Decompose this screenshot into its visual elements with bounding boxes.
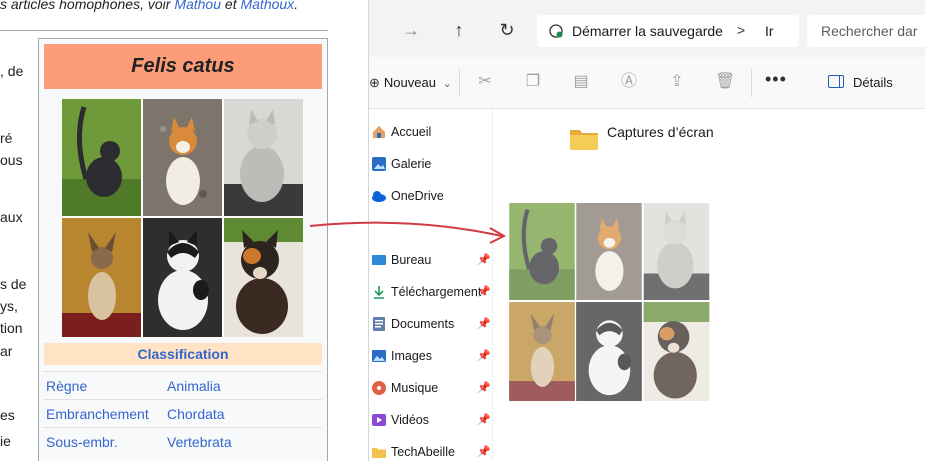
cat-photo-grey-longhair [643, 203, 710, 300]
images-icon [372, 350, 386, 362]
text-fragment: s de [0, 276, 27, 292]
details-pane-icon [828, 75, 844, 88]
cat-photo-calico [643, 302, 710, 401]
taxo-row-sous-embr: Sous-embr. Vertebrata [44, 427, 322, 455]
text-fragment: ous [0, 152, 23, 168]
onedrive-icon [372, 191, 386, 202]
cat-photo-siamese[interactable] [62, 218, 141, 337]
classification-header: Classification [44, 343, 322, 365]
taxo-value[interactable]: Vertebrata [167, 434, 232, 450]
cat-photo-black-white [576, 302, 642, 401]
taxo-row-regne: Règne Animalia [44, 371, 322, 399]
search-placeholder: Rechercher dar [821, 23, 918, 39]
command-bar: ⊕ Nouveau ⌄ ✂ ❐ ▤ Ⓐ ⇪ 🗑 ••• Détails [369, 57, 925, 109]
pin-icon[interactable]: 📌 [477, 285, 491, 298]
refresh-icon[interactable]: ↻ [497, 20, 517, 40]
cat-photo-black[interactable] [62, 99, 141, 216]
sidebar-item-onedrive[interactable]: OneDrive [369, 182, 493, 210]
up-arrow-icon[interactable]: ↑ [449, 20, 469, 40]
link-mathou[interactable]: Mathou [174, 0, 221, 12]
taxo-key[interactable]: Embranchement [46, 406, 149, 422]
link-mathoux[interactable]: Mathoux [240, 0, 294, 12]
rename-icon[interactable]: Ⓐ [619, 72, 639, 92]
cat-photo-calico[interactable] [224, 218, 303, 337]
cat-photo-siamese [509, 302, 575, 401]
navigation-pane: Accueil Galerie OneDrive Bureau 📌 Téléch… [369, 110, 493, 461]
download-icon [374, 286, 384, 299]
music-icon [372, 381, 386, 395]
sidebar-item-documents[interactable]: Documents 📌 [369, 310, 493, 338]
text-fragment: ar [0, 343, 13, 359]
more-options-icon[interactable]: ••• [765, 69, 787, 90]
delete-icon[interactable]: 🗑 [715, 72, 735, 92]
home-icon [373, 126, 385, 138]
divider [751, 69, 752, 97]
taxo-key[interactable]: Règne [46, 378, 87, 394]
wikipedia-page: s articles homophones, voir Mathou et Ma… [0, 0, 355, 461]
search-box[interactable]: Rechercher dar [807, 15, 925, 47]
sidebar-item-accueil[interactable]: Accueil [369, 118, 493, 146]
pin-icon[interactable]: 📌 [477, 253, 491, 266]
cat-photo-ginger-white[interactable] [143, 99, 222, 216]
plus-icon: ⊕ [369, 75, 380, 90]
address-bar-area: → ↑ ↻ Démarrer la sauvegarde > Ir Recher… [369, 0, 925, 57]
address-location[interactable]: Démarrer la sauvegarde [572, 23, 723, 39]
sidebar-item-musique[interactable]: Musique 📌 [369, 374, 493, 402]
divider [459, 69, 460, 97]
copy-icon[interactable]: ❐ [523, 72, 543, 92]
pin-icon[interactable]: 📌 [477, 381, 491, 394]
details-button[interactable]: Détails [853, 75, 893, 90]
folder-icon[interactable] [569, 127, 599, 151]
videos-icon [372, 414, 386, 426]
text-fragment: tion [0, 320, 23, 336]
forward-arrow-icon[interactable]: → [401, 20, 421, 40]
sidebar-item-telechargement[interactable]: Téléchargement 📌 [369, 278, 493, 306]
documents-icon [373, 317, 385, 331]
folder-captures-ecran[interactable]: Captures d’écran [607, 124, 714, 140]
text-fragment: ys, [0, 298, 18, 314]
gallery-icon [372, 157, 386, 171]
pin-icon[interactable]: 📌 [477, 317, 491, 330]
sidebar-item-videos[interactable]: Vidéos 📌 [369, 406, 493, 434]
paste-icon[interactable]: ▤ [571, 72, 591, 92]
taxo-value[interactable]: Chordata [167, 406, 225, 422]
cat-photo-black-white[interactable] [143, 218, 222, 337]
cat-photo-black [509, 203, 575, 300]
taxobox-title: Felis catus [44, 44, 322, 89]
file-explorer-window: → ↑ ↻ Démarrer la sauvegarde > Ir Recher… [368, 0, 925, 461]
taxo-key[interactable]: Sous-embr. [46, 434, 118, 450]
cat-photo-grey-longhair[interactable] [224, 99, 303, 216]
cat-photo-ginger-white [576, 203, 642, 300]
backup-cloud-icon [549, 24, 563, 38]
folder-icon [372, 448, 386, 458]
sidebar-item-images[interactable]: Images 📌 [369, 342, 493, 370]
chevron-down-icon: ⌄ [442, 78, 452, 90]
address-bar[interactable]: Démarrer la sauvegarde > Ir [537, 15, 799, 47]
cat-photo-gallery[interactable] [62, 99, 303, 337]
breadcrumb-chevron-icon[interactable]: > [737, 22, 745, 38]
dragged-image-preview [509, 203, 710, 401]
text-fragment: es [0, 407, 15, 423]
text-fragment: ré [0, 130, 13, 146]
file-list-area: Captures d’écran [494, 110, 925, 461]
text-fragment: ie [0, 433, 11, 449]
breadcrumb-next[interactable]: Ir [765, 23, 774, 39]
homonym-note: s articles homophones, voir Mathou et Ma… [0, 0, 298, 12]
share-icon[interactable]: ⇪ [667, 72, 687, 92]
text-fragment: , de [0, 63, 24, 79]
sidebar-item-bureau[interactable]: Bureau 📌 [369, 246, 493, 274]
new-button[interactable]: ⊕ Nouveau ⌄ [369, 75, 452, 91]
text-fragment: aux [0, 209, 23, 225]
divider [0, 30, 328, 31]
pin-icon[interactable]: 📌 [477, 445, 491, 458]
cut-icon[interactable]: ✂ [475, 72, 495, 92]
desktop-icon [372, 255, 386, 265]
taxobox: Felis catus Classification Règne Animali… [38, 38, 328, 461]
sidebar-item-galerie[interactable]: Galerie [369, 150, 493, 178]
taxo-value[interactable]: Animalia [167, 378, 221, 394]
pin-icon[interactable]: 📌 [477, 413, 491, 426]
pin-icon[interactable]: 📌 [477, 349, 491, 362]
sidebar-item-techabeille[interactable]: TechAbeille 📌 [369, 438, 493, 461]
taxo-row-embranchement: Embranchement Chordata [44, 399, 322, 427]
